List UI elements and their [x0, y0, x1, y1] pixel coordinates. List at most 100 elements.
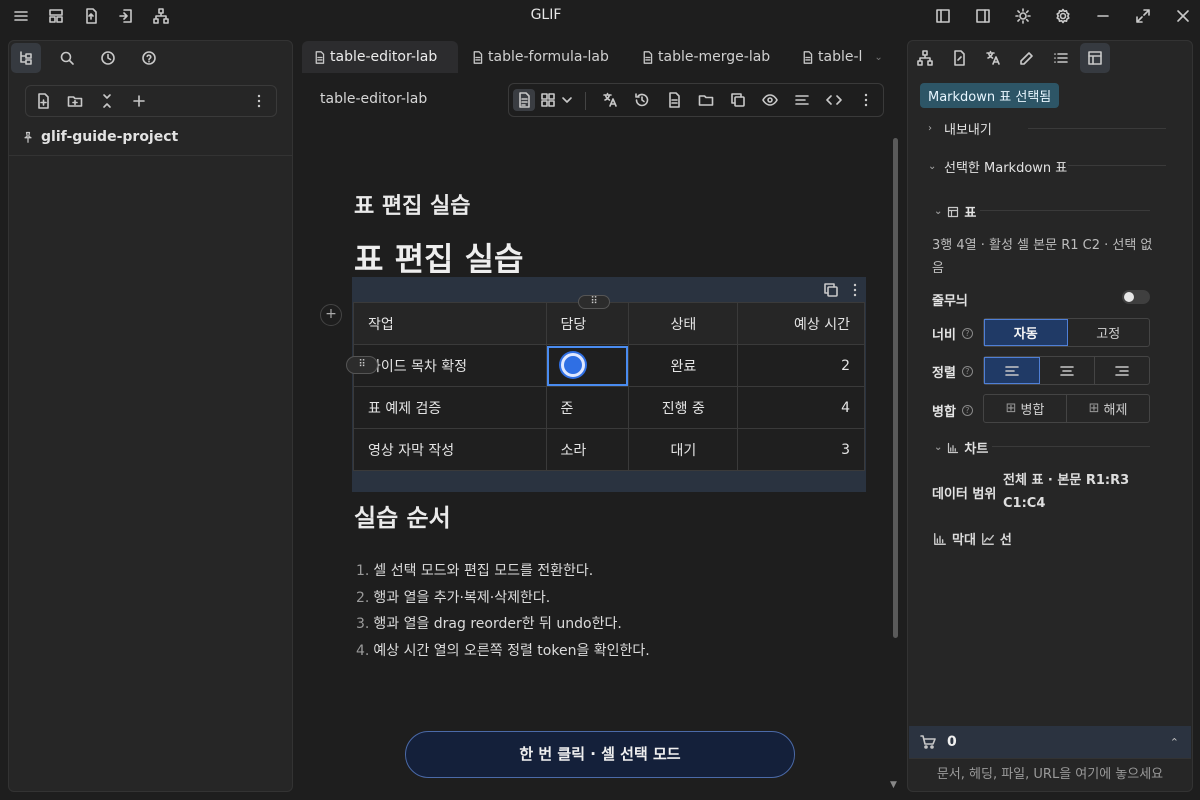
document-icon: [312, 50, 326, 64]
width-fixed-option[interactable]: 고정: [1068, 319, 1150, 346]
table-cell[interactable]: 2: [737, 344, 865, 387]
file-link-icon[interactable]: [944, 43, 974, 73]
table-header-cell[interactable]: 예상 시간: [737, 302, 865, 345]
tab-table-l[interactable]: table-l ⌄: [790, 41, 898, 73]
editor-scrollbar[interactable]: [893, 138, 898, 638]
chart-type-options: 막대 선: [932, 529, 1012, 548]
new-folder-icon[interactable]: [64, 90, 86, 112]
document-tabs: table-editor-lab table-formula-lab table…: [300, 40, 898, 74]
list-icon[interactable]: [1046, 43, 1076, 73]
code-icon[interactable]: [823, 89, 845, 111]
more-vertical-icon[interactable]: [855, 89, 877, 111]
align-right-option[interactable]: [1095, 357, 1149, 384]
table-cell[interactable]: 3: [737, 428, 865, 471]
chart-subsection-toggle[interactable]: ⌄ 차트: [934, 438, 988, 457]
cart-bar[interactable]: 0 ⌃: [909, 726, 1191, 758]
selected-table-section-toggle[interactable]: ⌄ 선택한 Markdown 표: [928, 157, 1067, 176]
table-icon: [946, 205, 960, 219]
width-auto-option[interactable]: 자동: [984, 319, 1068, 346]
search-icon[interactable]: [52, 43, 82, 73]
table-icon[interactable]: [1080, 43, 1110, 73]
more-options-icon[interactable]: [248, 90, 270, 112]
align-label: 정렬 ?: [932, 362, 973, 381]
table-cell[interactable]: 소라: [545, 428, 630, 471]
tab-overflow-chevron-icon[interactable]: ⌄: [874, 52, 882, 63]
stripes-toggle[interactable]: [1122, 290, 1150, 304]
open-folder-icon[interactable]: [695, 89, 717, 111]
file-tree-icon[interactable]: [11, 43, 41, 73]
add-row-button[interactable]: +: [320, 304, 342, 326]
tab-label: table-formula-lab: [488, 49, 609, 65]
align-left-icon[interactable]: [791, 89, 813, 111]
drop-zone[interactable]: 문서, 헤딩, 파일, URL을 여기에 놓으세요: [909, 758, 1191, 791]
scroll-down-arrow-icon[interactable]: ▼: [890, 780, 900, 790]
grid-view-icon[interactable]: [537, 89, 559, 111]
export-section-toggle[interactable]: › 내보내기: [928, 119, 992, 138]
align-left-option[interactable]: [984, 357, 1040, 384]
preview-eye-icon[interactable]: [759, 89, 781, 111]
translate-icon[interactable]: [599, 89, 621, 111]
history-icon[interactable]: [631, 89, 653, 111]
close-icon[interactable]: [1172, 5, 1194, 27]
tab-table-formula-lab[interactable]: table-formula-lab: [460, 41, 626, 73]
left-sidebar-toggle-icon[interactable]: [932, 5, 954, 27]
maximize-icon[interactable]: [1132, 5, 1154, 27]
heading-3: 표 편집 실습: [354, 194, 471, 219]
title-bar: GLIF: [0, 0, 1200, 34]
translate-icon[interactable]: [978, 43, 1008, 73]
document-view-icon[interactable]: [513, 89, 535, 111]
minimize-icon[interactable]: [1092, 5, 1114, 27]
chart-line-option[interactable]: 선: [1000, 529, 1012, 548]
table-cell[interactable]: 준: [545, 386, 630, 429]
theme-sun-icon[interactable]: [1012, 5, 1034, 27]
table-cell[interactable]: 대기: [628, 428, 739, 471]
align-center-option[interactable]: [1040, 357, 1095, 384]
project-root[interactable]: glif-guide-project: [21, 129, 178, 145]
right-sidebar-toggle-icon[interactable]: [972, 5, 994, 27]
table-copy-icon[interactable]: [820, 279, 842, 301]
settings-gear-icon[interactable]: [1052, 5, 1074, 27]
table-subsection-toggle[interactable]: ⌄ 표: [934, 202, 976, 221]
table-cell[interactable]: 영상 자막 작성: [353, 428, 547, 471]
chevron-up-icon[interactable]: ⌃: [1170, 736, 1179, 749]
right-sidebar: Markdown 표 선택됨 › 내보내기 ⌄ 선택한 Markdown 표 ⌄…: [907, 40, 1193, 792]
line-chart-icon[interactable]: [980, 531, 996, 547]
tab-table-merge-lab[interactable]: table-merge-lab: [630, 41, 796, 73]
file-text-icon[interactable]: [663, 89, 685, 111]
add-icon[interactable]: [128, 90, 150, 112]
table-header-cell[interactable]: 상태: [628, 302, 739, 345]
active-table-cell[interactable]: 민지: [545, 344, 630, 387]
edit-pencil-icon[interactable]: [1012, 43, 1042, 73]
help-icon[interactable]: ?: [961, 366, 973, 377]
collapse-all-icon[interactable]: [96, 90, 118, 112]
table-more-icon[interactable]: [844, 279, 866, 301]
list-item: 2. 행과 열을 추가·복제·삭제한다.: [356, 589, 551, 606]
chart-bar-option[interactable]: 막대: [952, 529, 976, 548]
table-header-cell[interactable]: 작업: [353, 302, 547, 345]
table-cell[interactable]: 4: [737, 386, 865, 429]
table-cell[interactable]: 완료: [628, 344, 739, 387]
copy-icon[interactable]: [727, 89, 749, 111]
help-icon[interactable]: [134, 43, 164, 73]
unmerge-button[interactable]: ⊞ 해제: [1067, 395, 1149, 422]
tab-table-editor-lab[interactable]: table-editor-lab: [302, 41, 458, 73]
pin-icon: [21, 130, 35, 144]
cell-select-mode-button[interactable]: 한 번 클릭 · 셀 선택 모드: [405, 731, 795, 778]
help-icon[interactable]: ?: [961, 405, 973, 416]
table-cell[interactable]: 가이드 목차 확정: [353, 344, 547, 387]
bar-chart-icon[interactable]: [932, 531, 948, 547]
table-cell[interactable]: 진행 중: [628, 386, 739, 429]
table-row: 영상 자막 작성 소라 대기 3: [353, 428, 865, 471]
merge-button[interactable]: ⊞ 병합: [984, 395, 1067, 422]
table-cell[interactable]: 표 예제 검증: [353, 386, 547, 429]
history-clock-icon[interactable]: [93, 43, 123, 73]
document-icon: [640, 50, 654, 64]
align-segmented-control: [983, 356, 1150, 385]
help-icon[interactable]: ?: [961, 328, 973, 339]
column-drag-handle[interactable]: ⠿: [578, 295, 610, 309]
row-drag-handle[interactable]: ⠿: [346, 356, 378, 374]
outline-tree-icon[interactable]: [910, 43, 940, 73]
chevron-down-icon[interactable]: [559, 89, 575, 111]
new-file-icon[interactable]: [32, 90, 54, 112]
app-title: GLIF: [530, 7, 562, 23]
